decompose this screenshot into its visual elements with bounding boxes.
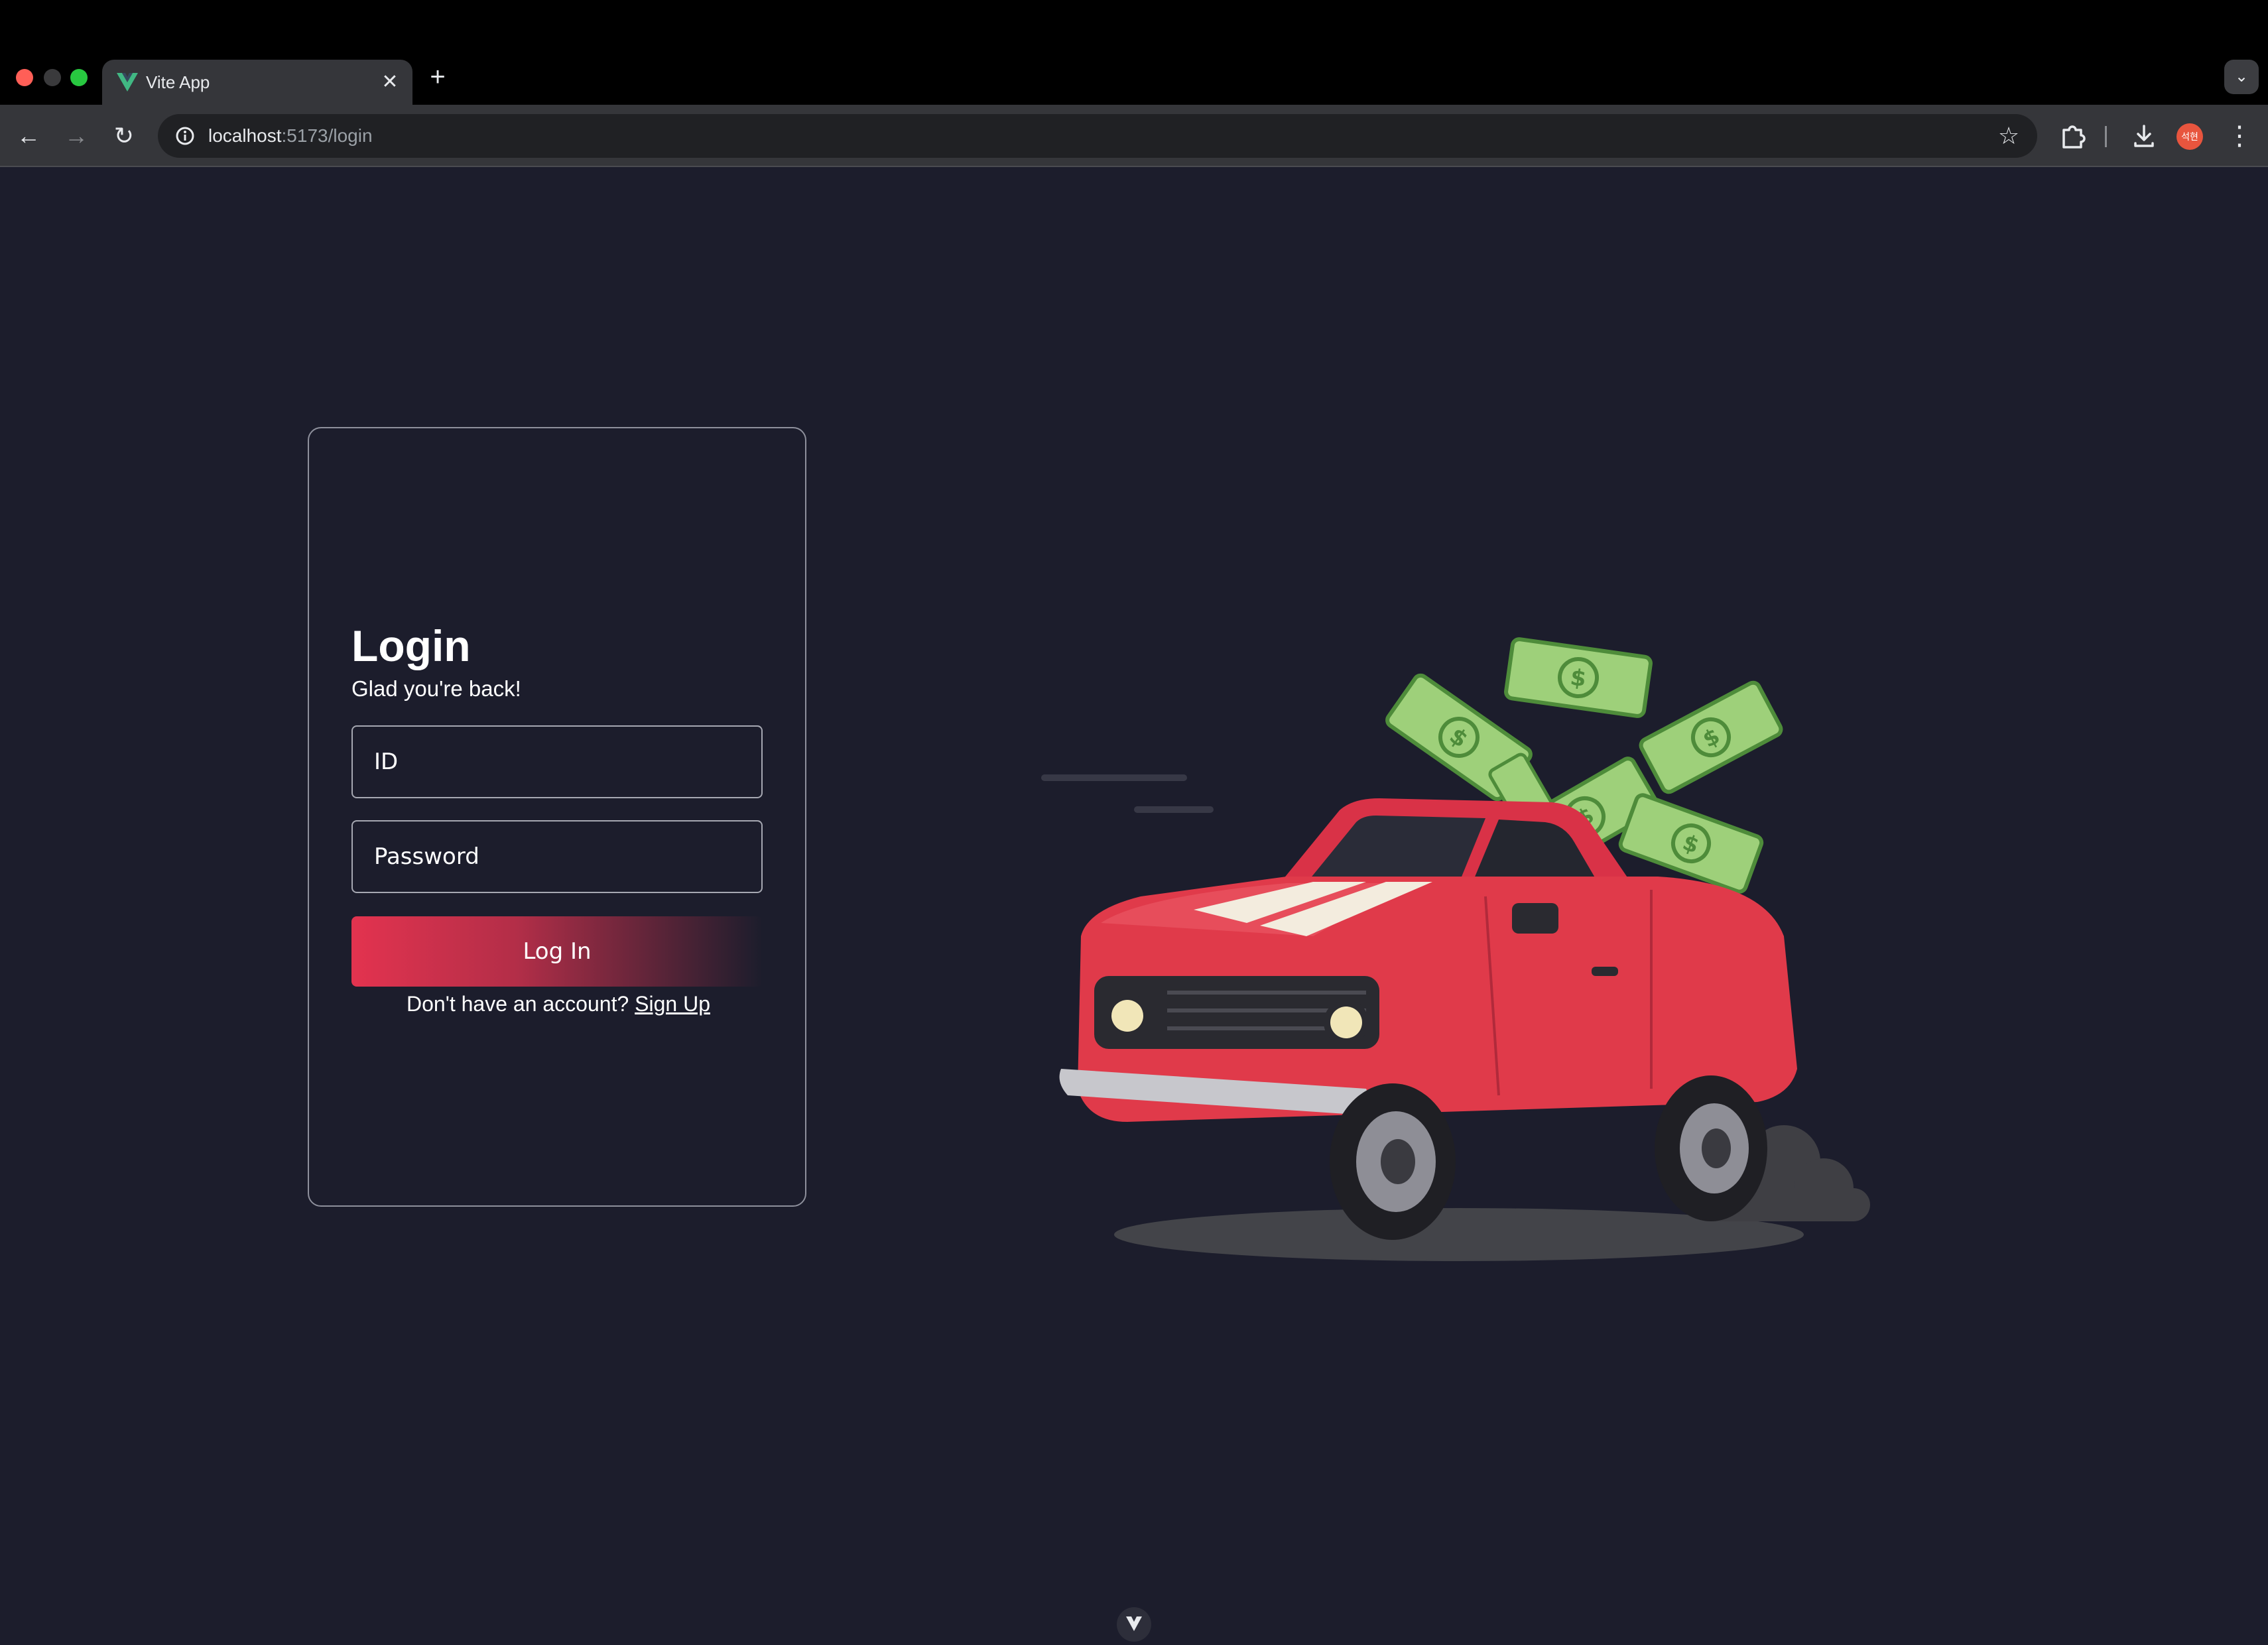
site-info-icon[interactable] xyxy=(171,122,199,150)
download-icon[interactable] xyxy=(2126,118,2162,154)
reload-icon[interactable]: ↻ xyxy=(106,118,142,154)
tab-title: Vite App xyxy=(146,72,210,92)
tab-search-button[interactable]: ⌄ xyxy=(2224,60,2259,94)
login-button[interactable]: Log In xyxy=(351,916,763,987)
browser-tab-active[interactable]: Vite App ✕ xyxy=(102,60,412,105)
profile-avatar[interactable]: 석현 xyxy=(2176,123,2203,150)
forward-arrow-icon[interactable]: → xyxy=(58,118,94,154)
rear-wheel xyxy=(1655,1075,1767,1221)
front-wheel xyxy=(1330,1083,1456,1240)
id-input[interactable] xyxy=(351,725,763,798)
back-arrow-icon[interactable]: ← xyxy=(11,118,46,154)
toolbar-separator xyxy=(2105,126,2107,147)
page-viewport: Login Glad you're back! Log In Don't hav… xyxy=(0,167,2268,1642)
window-close-button[interactable] xyxy=(16,69,33,86)
browser-menu-icon[interactable]: ⋮ xyxy=(2222,118,2257,154)
url-text[interactable]: localhost:5173/login xyxy=(208,114,373,158)
tab-close-icon[interactable]: ✕ xyxy=(377,69,403,95)
vue-logo-icon xyxy=(117,73,138,91)
vue-devtools-icon xyxy=(1126,1616,1142,1631)
new-tab-button[interactable]: + xyxy=(423,62,452,91)
signup-prompt-text: Don't have an account? xyxy=(407,992,629,1016)
speed-lines xyxy=(1041,774,1214,813)
browser-tab-strip: Vite App ✕ + ⌄ xyxy=(0,0,2268,105)
bookmark-star-icon[interactable]: ☆ xyxy=(1993,121,2024,151)
login-card: Login Glad you're back! Log In Don't hav… xyxy=(308,427,806,1207)
login-subtitle: Glad you're back! xyxy=(351,676,521,701)
window-minimize-button[interactable] xyxy=(44,69,61,86)
login-title: Login xyxy=(351,621,471,670)
extensions-puzzle-icon[interactable] xyxy=(2054,118,2090,154)
signup-prompt-row: Don't have an account? Sign Up xyxy=(309,992,808,1016)
vue-devtools-toggle[interactable] xyxy=(1117,1607,1151,1642)
window-zoom-button[interactable] xyxy=(70,69,88,86)
car-money-illustration: $ $ $ $ $ xyxy=(1041,637,1870,1261)
address-bar[interactable]: localhost:5173/login ☆ xyxy=(158,114,2037,158)
signup-link[interactable]: Sign Up xyxy=(635,992,710,1016)
browser-toolbar: ← → ↻ localhost:5173/login ☆ 석현 ⋮ xyxy=(0,105,2268,167)
url-path: :5173/login xyxy=(281,125,373,146)
password-input[interactable] xyxy=(351,820,763,893)
url-host: localhost xyxy=(208,125,282,146)
